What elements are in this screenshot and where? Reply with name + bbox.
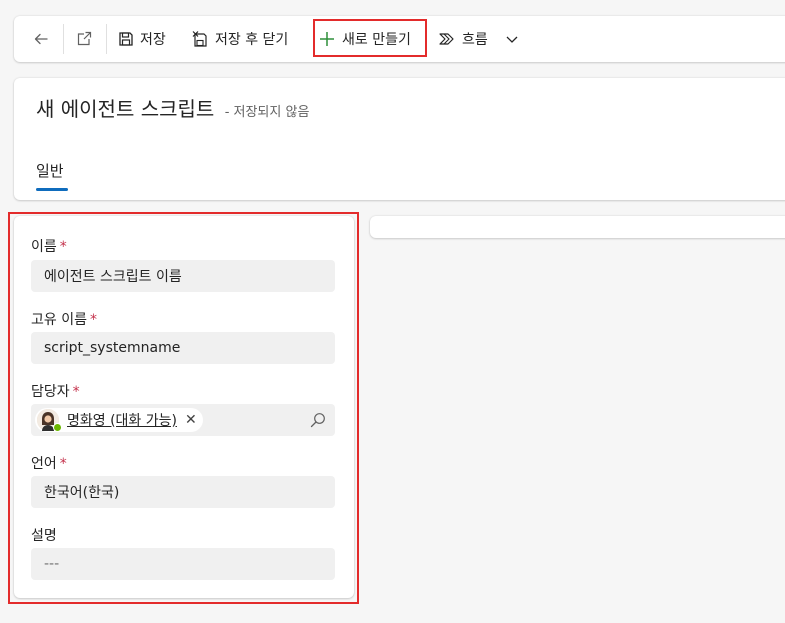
- save-and-close-button[interactable]: 저장 후 닫기: [191, 16, 288, 62]
- unique-name-label-text: 고유 이름: [31, 312, 87, 328]
- required-marker: *: [59, 456, 67, 472]
- remove-owner-icon[interactable]: ✕: [185, 412, 197, 428]
- owner-label-text: 담당자: [31, 384, 70, 400]
- save-button[interactable]: 저장: [118, 16, 166, 62]
- new-button[interactable]: 새로 만들기: [318, 16, 411, 62]
- language-label-text: 언어: [31, 456, 57, 472]
- save-and-close-label: 저장 후 닫기: [215, 32, 289, 48]
- presence-available-icon: [53, 423, 62, 432]
- arrow-left-icon: [34, 33, 48, 45]
- popout-button[interactable]: [75, 16, 93, 62]
- unique-name-input[interactable]: script_systemname: [31, 332, 335, 364]
- required-marker: *: [89, 312, 97, 328]
- language-field-label: 언어 *: [31, 453, 67, 473]
- description-input[interactable]: ---: [31, 548, 335, 580]
- page-title-text: 새 에이전트 스크립트: [36, 97, 215, 121]
- flow-button[interactable]: 흐름: [438, 16, 520, 62]
- owner-lookup[interactable]: 명화영 (대화 가능) ✕: [31, 404, 335, 436]
- tab-selected-indicator: [36, 188, 68, 191]
- flow-label: 흐름: [462, 32, 488, 48]
- chevron-down-icon[interactable]: [504, 31, 520, 47]
- name-field-label: 이름 *: [31, 236, 67, 256]
- required-marker: *: [59, 239, 67, 255]
- avatar: [37, 409, 62, 432]
- name-input[interactable]: 에이전트 스크립트 이름: [31, 260, 335, 292]
- description-field-label: 설명: [31, 525, 57, 545]
- save-and-close-icon: [192, 31, 207, 47]
- search-icon[interactable]: [309, 411, 327, 429]
- open-in-new-window-icon: [77, 31, 92, 46]
- plus-icon: [320, 32, 334, 46]
- owner-chip[interactable]: 명화영 (대화 가능) ✕: [35, 408, 203, 432]
- command-bar: 저장 저장 후 닫기 새로 만들기 흐름: [14, 16, 785, 62]
- unique-name-field-label: 고유 이름 *: [31, 309, 97, 329]
- owner-field-label: 담당자 *: [31, 381, 80, 401]
- toolbar-divider: [63, 24, 64, 54]
- description-label-text: 설명: [31, 528, 57, 544]
- back-button[interactable]: [32, 16, 50, 62]
- page-title: 새 에이전트 스크립트 - 저장되지 않음: [36, 93, 309, 122]
- name-label-text: 이름: [31, 239, 57, 255]
- new-label: 새로 만들기: [342, 32, 411, 48]
- toolbar-divider: [106, 24, 107, 54]
- save-icon: [119, 32, 133, 46]
- required-marker: *: [72, 384, 80, 400]
- save-status: - 저장되지 않음: [224, 105, 310, 120]
- tab-general[interactable]: 일반: [36, 160, 64, 181]
- form-header: 새 에이전트 스크립트 - 저장되지 않음 일반: [14, 78, 785, 200]
- general-section: 이름 * 에이전트 스크립트 이름 고유 이름 * script_systemnam…: [14, 216, 354, 598]
- language-select[interactable]: 한국어(한국): [31, 476, 335, 508]
- side-section: [370, 216, 785, 238]
- flow-icon: [439, 33, 454, 45]
- owner-name-link[interactable]: 명화영 (대화 가능): [67, 410, 177, 430]
- save-label: 저장: [140, 32, 166, 48]
